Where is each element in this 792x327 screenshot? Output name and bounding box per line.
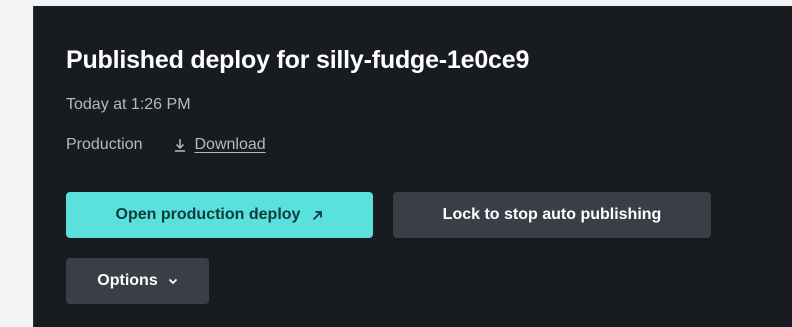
external-arrow-icon: [312, 210, 323, 221]
options-label: Options: [97, 272, 158, 289]
options-button[interactable]: Options: [66, 258, 209, 304]
page-title: Published deploy for silly-fudge-1e0ce9: [66, 46, 530, 74]
top-gap: [33, 0, 792, 6]
chevron-down-icon: [168, 278, 178, 285]
download-icon: [173, 137, 187, 153]
download-link-label: Download: [194, 136, 266, 153]
download-link[interactable]: Download: [173, 136, 266, 154]
open-production-deploy-button[interactable]: Open production deploy: [66, 192, 373, 238]
lock-auto-publishing-button[interactable]: Lock to stop auto publishing: [393, 192, 711, 238]
open-production-deploy-label: Open production deploy: [115, 206, 301, 223]
deploy-timestamp: Today at 1:26 PM: [66, 96, 191, 113]
lock-auto-publishing-label: Lock to stop auto publishing: [442, 206, 662, 223]
deploy-meta-row: Production Download: [66, 136, 266, 154]
deploy-context-label: Production: [66, 136, 143, 153]
